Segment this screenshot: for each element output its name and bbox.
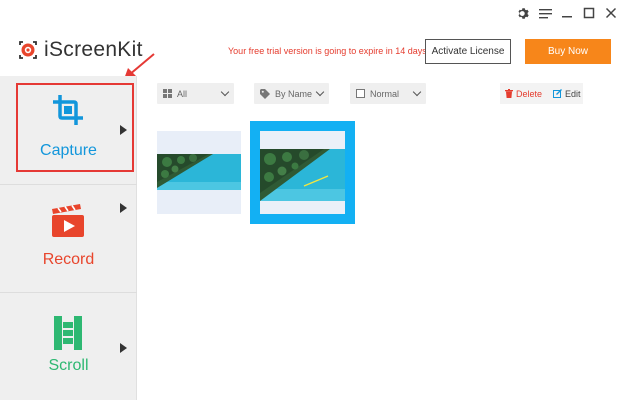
delete-label: Delete (516, 88, 543, 99)
minimize-icon[interactable] (558, 4, 576, 22)
screenshot-thumbnail-selected[interactable] (250, 121, 355, 224)
tag-icon (260, 88, 270, 99)
expand-arrow-icon[interactable] (120, 343, 127, 353)
close-icon[interactable] (602, 4, 620, 22)
sidebar-item-scroll[interactable]: Scroll (0, 292, 137, 400)
chevron-down-icon (412, 87, 422, 97)
trial-notice: Your free trial version is going to expi… (228, 46, 430, 56)
chevron-down-icon (315, 87, 325, 97)
trash-icon (505, 89, 513, 98)
grid-icon (163, 89, 172, 98)
thumbnail-frame (260, 131, 345, 214)
annotation-highlight-box (16, 83, 134, 172)
sidebar-item-capture[interactable]: Capture (0, 76, 137, 184)
scroll-icon (54, 316, 82, 350)
filter-dropdown[interactable]: All (157, 83, 234, 104)
view-dropdown[interactable]: Normal (350, 83, 426, 104)
title-bar (0, 0, 624, 26)
gallery-toolbar: All By Name Normal Delete Edit (137, 76, 624, 110)
chevron-down-icon (220, 87, 230, 97)
delete-button[interactable]: Delete (505, 89, 542, 99)
logo-icon (16, 38, 40, 62)
screenshot-thumbnail[interactable] (157, 131, 241, 214)
sidebar-item-label: Record (42, 251, 95, 268)
thumbnail-image (157, 154, 241, 190)
sort-value: By Name (275, 88, 313, 99)
expand-arrow-icon[interactable] (120, 203, 127, 213)
activate-license-button[interactable]: Activate License (425, 39, 511, 64)
maximize-icon[interactable] (580, 4, 598, 22)
checkbox-icon (356, 89, 365, 98)
edit-label: Edit (565, 88, 581, 99)
buy-now-button[interactable]: Buy Now (525, 39, 611, 64)
app-window: iScreenKit Your free trial version is go… (0, 0, 624, 400)
app-header: iScreenKit Your free trial version is go… (0, 26, 624, 76)
sort-dropdown[interactable]: By Name (254, 83, 329, 104)
gear-icon[interactable] (514, 4, 532, 22)
sidebar-item-label: Scroll (48, 357, 89, 374)
filter-value: All (177, 88, 188, 99)
action-group: Delete Edit (500, 83, 583, 104)
menu-icon[interactable] (536, 4, 554, 22)
record-icon (52, 204, 84, 237)
edit-button[interactable]: Edit (553, 89, 581, 99)
view-value: Normal (370, 88, 400, 99)
thumbnail-image (260, 149, 345, 201)
mode-sidebar: Capture Record Scroll (0, 76, 137, 400)
window-controls (514, 4, 620, 22)
sidebar-item-record[interactable]: Record (0, 184, 137, 292)
edit-icon (553, 89, 562, 98)
